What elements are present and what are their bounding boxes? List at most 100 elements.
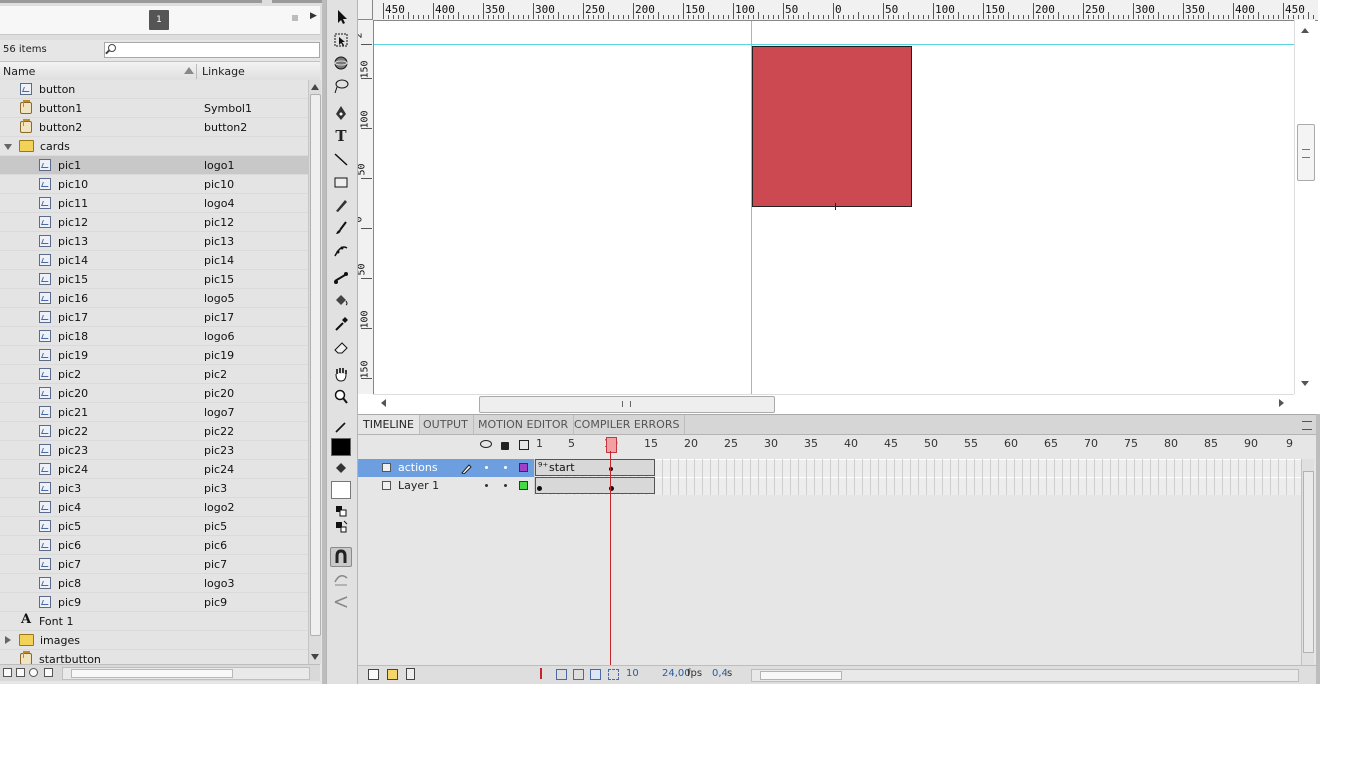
new-layer-icon[interactable] [368,669,379,680]
expand-arrow-icon[interactable] [4,144,12,150]
keyframe-dot[interactable] [537,486,542,491]
column-linkage-header[interactable]: Linkage [202,65,245,78]
scrollbar-thumb[interactable] [760,671,842,680]
playhead[interactable] [606,437,617,453]
layer-outline-color[interactable] [519,481,528,490]
library-item[interactable]: cards [0,137,308,156]
scrollbar-thumb[interactable] [71,669,233,678]
library-item[interactable]: pic19 pic19 [0,346,308,365]
library-horizontal-scrollbar[interactable] [62,667,310,680]
timeline-vertical-scrollbar[interactable] [1301,459,1314,665]
library-item[interactable]: pic8 logo3 [0,574,308,593]
library-item[interactable]: pic23 pic23 [0,441,308,460]
library-vertical-scrollbar[interactable] [308,80,321,664]
smooth-icon[interactable] [332,570,350,588]
tab-timeline[interactable]: TIMELINE [358,415,420,434]
stroke-color-pencil-icon[interactable] [332,418,350,436]
scroll-right-arrow-icon[interactable] [1279,399,1284,407]
panel-grip[interactable] [0,0,262,3]
library-item[interactable]: pic7 pic7 [0,555,308,574]
library-item[interactable]: pic5 pic5 [0,517,308,536]
edit-multiple-frames-icon[interactable] [590,669,601,680]
lock-layers-icon[interactable] [501,442,509,450]
lock-dot[interactable] [504,484,507,487]
layer1-frame-span[interactable] [535,477,655,494]
snap-to-objects-icon[interactable] [330,547,352,567]
library-search-input[interactable] [104,42,320,58]
play-arrow-icon[interactable]: ▶ [310,11,317,21]
library-item[interactable]: pic4 logo2 [0,498,308,517]
timeline-horizontal-scrollbar[interactable] [751,669,1299,682]
rectangle-tool-icon[interactable] [332,173,350,191]
delete-icon[interactable] [44,668,53,677]
column-name-header[interactable]: Name [3,65,35,78]
horizontal-ruler[interactable]: 450 400 350 300 250 200 150 100 50 0 50 100 150 200 25… [373,0,1318,21]
eyedropper-tool-icon[interactable] [332,315,350,333]
new-folder-icon[interactable] [387,669,398,680]
library-item[interactable]: pic22 pic22 [0,422,308,441]
column-separator[interactable] [196,64,197,79]
library-item[interactable]: button1 Symbol1 [0,99,308,118]
layer-name[interactable]: actions [398,459,438,477]
library-item[interactable]: pic16 logo5 [0,289,308,308]
outline-layers-icon[interactable] [519,440,529,450]
layer-row-actions[interactable]: actions [358,459,534,477]
scroll-to-playhead-icon[interactable] [540,668,548,679]
layer-outline-color[interactable] [519,463,528,472]
current-frame[interactable]: 10 [626,668,639,679]
lasso-tool-icon[interactable] [332,77,350,95]
sort-ascending-icon[interactable] [184,67,194,74]
straighten-icon[interactable] [332,593,350,611]
library-item[interactable]: pic14 pic14 [0,251,308,270]
library-item[interactable]: startbutton [0,650,308,664]
frame-number-ruler[interactable]: 1510152025303540455055606570758085909 [534,437,1304,455]
library-item[interactable]: button2 button2 [0,118,308,137]
stroke-color-swatch[interactable] [331,438,351,456]
library-item[interactable]: pic24 pic24 [0,460,308,479]
zoom-tool-icon[interactable] [332,388,350,406]
panel-menu-icon[interactable] [1302,421,1312,430]
library-item[interactable]: pic21 logo7 [0,403,308,422]
library-item[interactable]: pic20 pic20 [0,384,308,403]
horizontal-guide[interactable] [374,44,1304,45]
delete-layer-icon[interactable] [406,668,415,680]
panel-grip-right[interactable] [272,0,322,3]
tab-output[interactable]: OUTPUT [418,415,474,434]
text-tool-icon[interactable]: T [332,127,350,145]
library-item[interactable]: pic11 logo4 [0,194,308,213]
bone-tool-icon[interactable] [332,269,350,287]
scrollbar-thumb[interactable] [479,396,775,413]
collapse-arrow-icon[interactable] [5,636,11,644]
library-item[interactable]: images [0,631,308,650]
scroll-up-arrow-icon[interactable] [1301,28,1309,33]
scroll-down-arrow-icon[interactable] [311,654,319,660]
library-item[interactable]: A Font 1 [0,612,308,631]
visibility-dot[interactable] [485,466,488,469]
layer-row-layer-1[interactable]: Layer 1 [358,477,534,495]
show-hide-layers-icon[interactable] [480,440,492,448]
scroll-up-arrow-icon[interactable] [311,84,319,90]
red-rectangle-shape[interactable] [752,46,912,207]
scroll-down-arrow-icon[interactable] [1301,381,1309,386]
scrollbar-thumb[interactable] [1303,471,1314,653]
modify-onion-markers-icon[interactable] [608,669,619,680]
library-item[interactable]: pic12 pic12 [0,213,308,232]
stage-vertical-scrollbar[interactable] [1294,20,1315,394]
fill-color-swatch[interactable] [331,481,351,499]
vertical-ruler[interactable]: 2 150 100 50 0 50 100 150 [358,20,374,394]
hand-tool-icon[interactable] [332,365,350,383]
deco-tool-icon[interactable] [332,242,350,260]
fill-color-bucket-icon[interactable] [332,460,350,478]
stage-horizontal-scrollbar[interactable] [373,394,1294,413]
document-tab-number[interactable]: 1 [149,10,169,30]
library-options-dots[interactable] [292,15,298,21]
tab-compiler-errors[interactable]: COMPILER ERRORS [569,415,686,434]
pencil-tool-icon[interactable] [332,196,350,214]
visibility-dot[interactable] [485,484,488,487]
selection-tool-icon[interactable] [332,8,350,26]
free-transform-tool-icon[interactable] [332,31,350,49]
library-item[interactable]: pic9 pic9 [0,593,308,612]
eraser-tool-icon[interactable] [332,338,350,356]
library-item[interactable]: pic18 logo6 [0,327,308,346]
tab-motion-editor[interactable]: MOTION EDITOR [473,415,575,434]
